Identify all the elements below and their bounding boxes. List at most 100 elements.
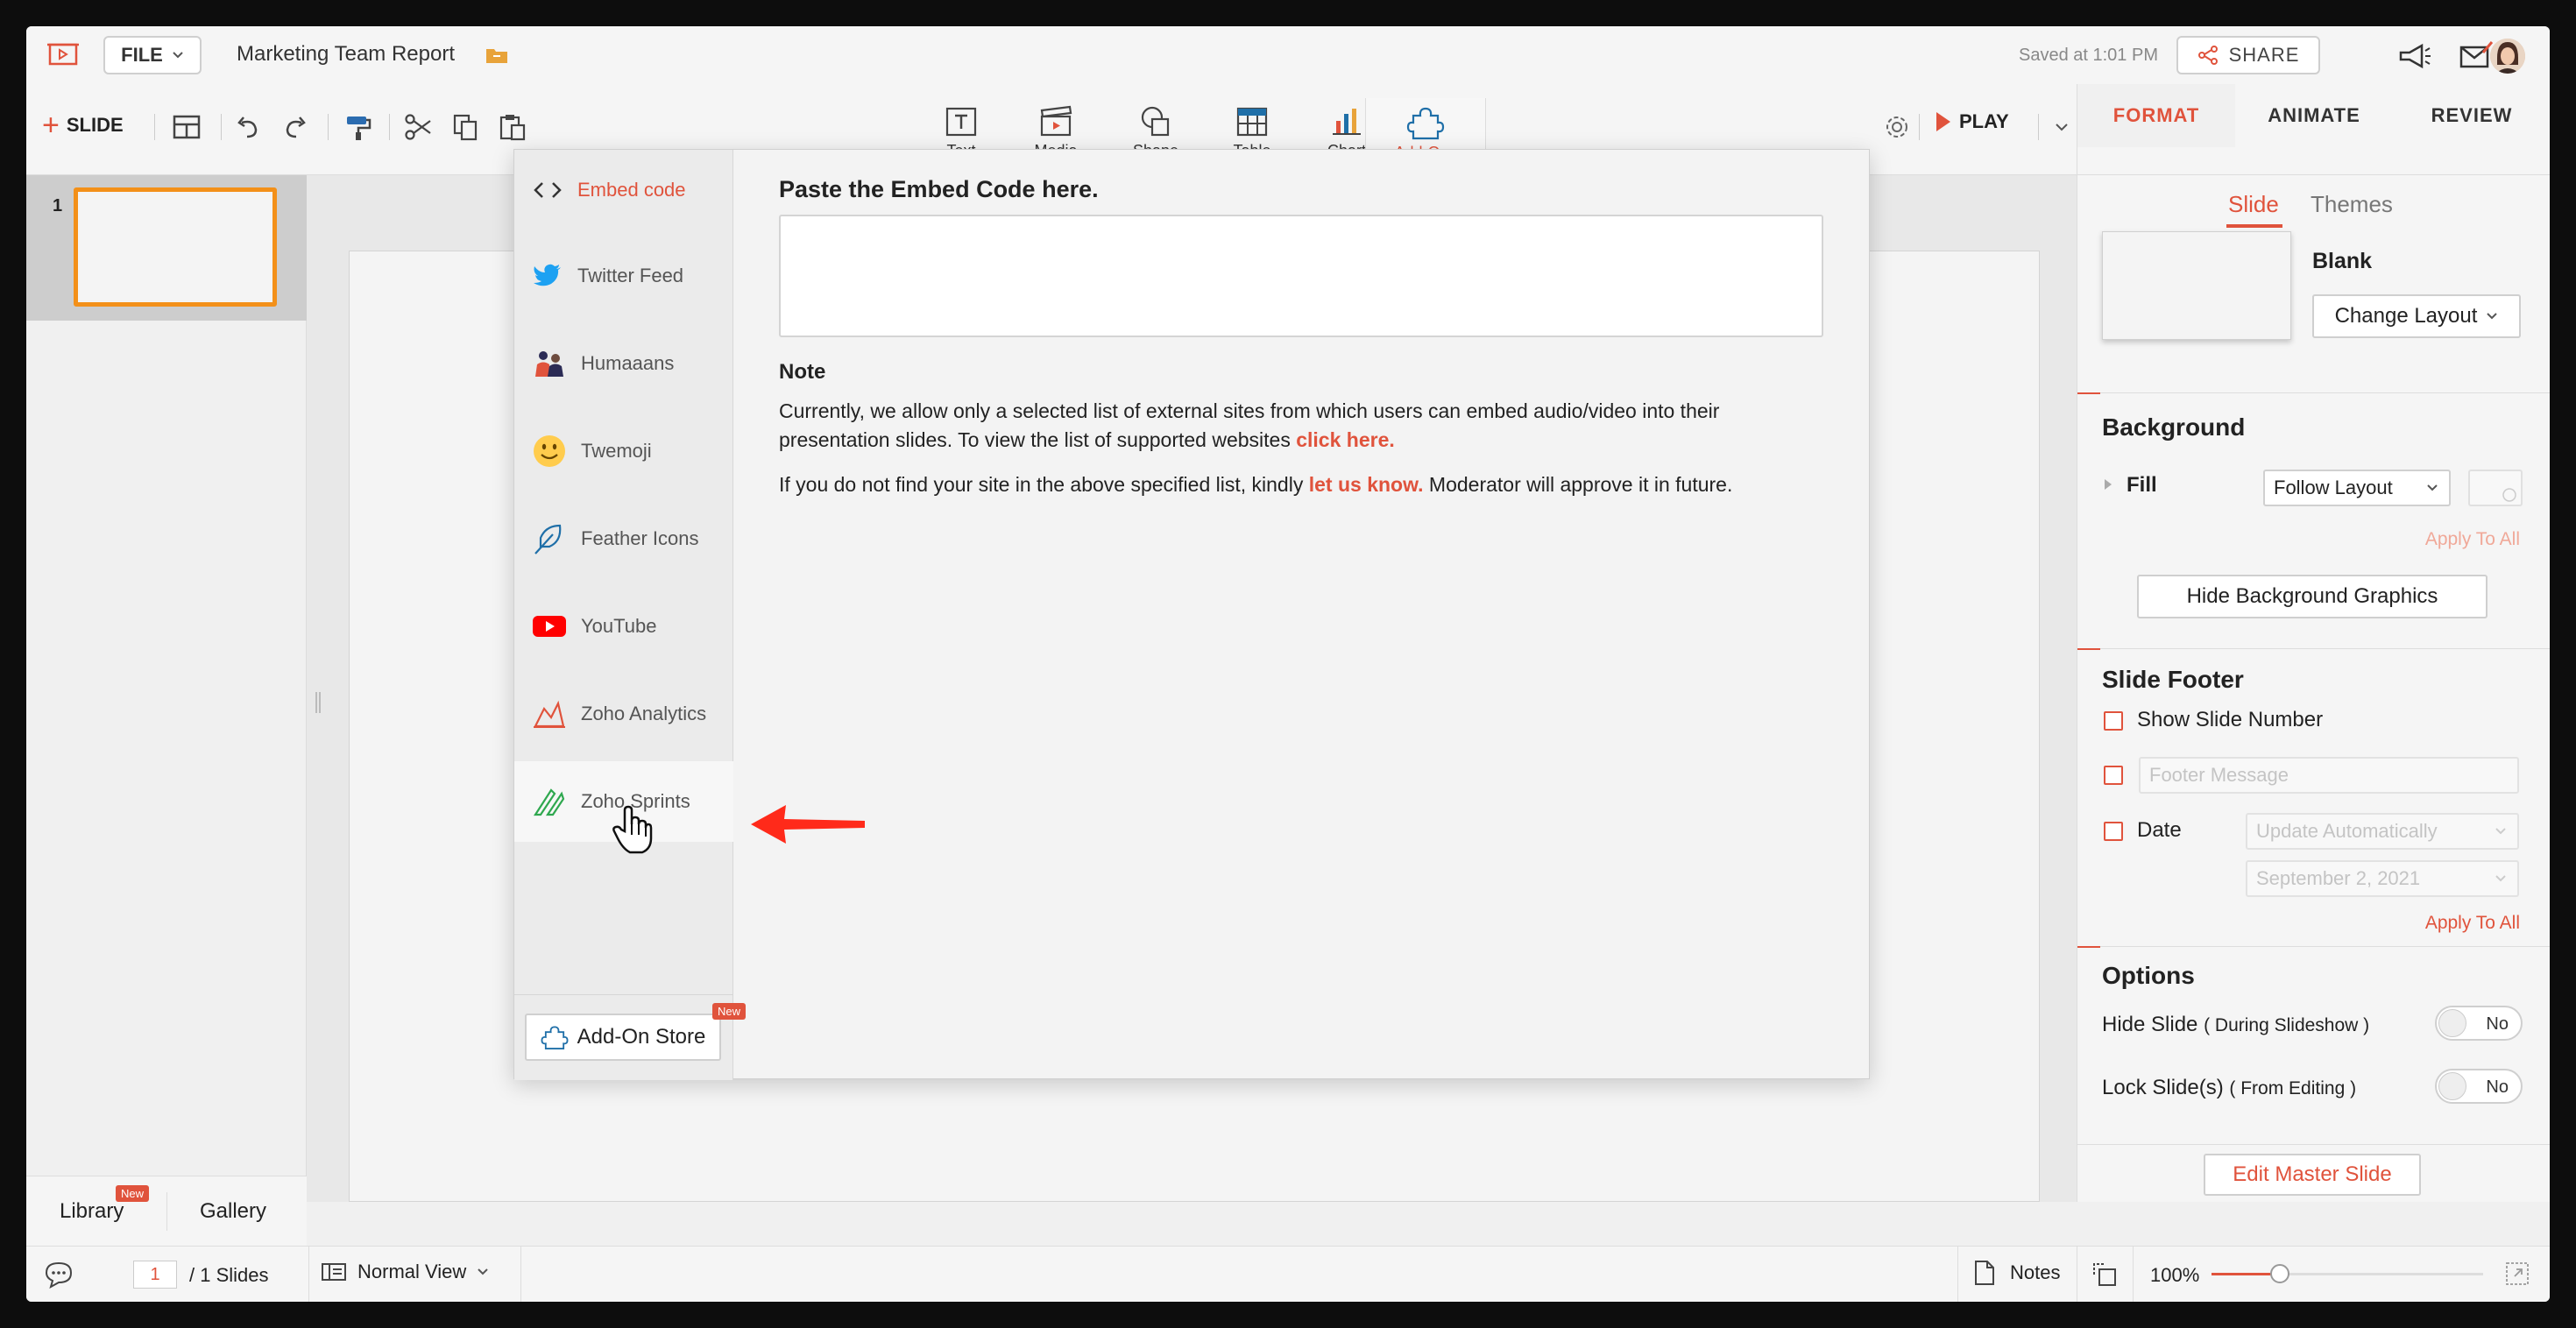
- toolbar-divider: [221, 114, 222, 140]
- slide-list-item[interactable]: 1: [26, 175, 307, 321]
- background-heading: Background: [2102, 413, 2246, 441]
- format-panel: Slide Themes Blank Change Layout Backgro…: [2077, 175, 2550, 1202]
- undo-icon[interactable]: [233, 112, 263, 142]
- layout-thumbnail[interactable]: [2102, 231, 2291, 340]
- feedback-mail-icon[interactable]: [2459, 40, 2494, 72]
- divider: [520, 1247, 521, 1302]
- fill-color-picker[interactable]: [2468, 470, 2523, 506]
- right-panel-tabs: FORMAT ANIMATE REVIEW: [2077, 84, 2550, 175]
- current-page-input[interactable]: 1: [133, 1261, 177, 1289]
- zoom-level-label: 100%: [2150, 1264, 2200, 1286]
- fit-to-screen-icon[interactable]: [2091, 1261, 2119, 1289]
- add-slide-button[interactable]: + SLIDE: [42, 110, 124, 140]
- share-button[interactable]: SHARE: [2176, 36, 2320, 74]
- top-bar: FILE Marketing Team Report Saved at 1:01…: [26, 26, 2550, 84]
- addon-item-label: Twitter Feed: [577, 265, 684, 286]
- play-options-chevron-icon[interactable]: [2047, 112, 2077, 142]
- edit-master-slide-button[interactable]: Edit Master Slide: [2204, 1154, 2421, 1196]
- change-layout-dropdown[interactable]: Change Layout: [2312, 294, 2521, 338]
- fill-label: Fill: [2127, 473, 2157, 497]
- new-badge: New: [712, 1003, 747, 1020]
- hand-cursor-icon: [612, 805, 653, 854]
- date-checkbox[interactable]: [2104, 822, 2123, 841]
- hide-slide-toggle[interactable]: No: [2435, 1006, 2523, 1041]
- view-mode-label: Normal View: [357, 1261, 467, 1282]
- save-status: Saved at 1:01 PM: [2019, 46, 2158, 65]
- footer-message-checkbox[interactable]: [2104, 766, 2123, 785]
- note-text: If you do not find your site in the abov…: [779, 473, 1309, 496]
- shape-icon: [1141, 106, 1170, 137]
- user-avatar[interactable]: [2490, 39, 2525, 74]
- slide-footer-heading: Slide Footer: [2102, 666, 2244, 693]
- embed-code-input[interactable]: [779, 215, 1823, 337]
- folder-icon[interactable]: [485, 46, 508, 65]
- zoom-slider[interactable]: [2212, 1264, 2483, 1283]
- footer-message-input[interactable]: Footer Message: [2139, 757, 2519, 794]
- zoho-show-logo-icon[interactable]: [47, 42, 79, 68]
- tab-format[interactable]: FORMAT: [2077, 84, 2235, 147]
- notes-button[interactable]: Notes: [1973, 1259, 2060, 1287]
- apply-to-all-background-link[interactable]: Apply To All: [2425, 529, 2520, 550]
- lock-slide-toggle[interactable]: No: [2435, 1069, 2523, 1104]
- user-photo-icon: [2490, 39, 2525, 74]
- date-mode-value: Update Automatically: [2256, 820, 2438, 842]
- let-us-know-link[interactable]: let us know.: [1309, 473, 1424, 496]
- panel-resize-handle[interactable]: [315, 692, 321, 713]
- tab-animate[interactable]: ANIMATE: [2235, 84, 2393, 147]
- document-title[interactable]: Marketing Team Report: [237, 42, 455, 67]
- addon-item-zoho-analytics[interactable]: Zoho Analytics: [514, 674, 733, 754]
- format-painter-icon[interactable]: [343, 112, 373, 142]
- subtab-themes[interactable]: Themes: [2311, 191, 2393, 218]
- fullscreen-toggle-icon[interactable]: [2504, 1261, 2530, 1287]
- code-brackets-icon: [534, 182, 562, 198]
- expand-triangle-icon[interactable]: [2102, 477, 2114, 492]
- fill-dropdown[interactable]: Follow Layout: [2263, 470, 2451, 506]
- lock-slide-label: Lock Slide(s) ( From Editing ): [2102, 1076, 2356, 1100]
- library-tab[interactable]: Library: [60, 1199, 124, 1224]
- view-mode-dropdown[interactable]: Normal View: [321, 1261, 489, 1283]
- addon-item-twemoji[interactable]: Twemoji: [514, 411, 733, 491]
- addon-item-embed-code[interactable]: Embed code: [514, 150, 733, 230]
- paste-icon[interactable]: [498, 112, 527, 142]
- file-menu-button[interactable]: FILE: [103, 36, 202, 74]
- apply-to-all-footer-link[interactable]: Apply To All: [2425, 913, 2520, 934]
- notes-page-icon: [1975, 1261, 1994, 1285]
- addon-item-label: YouTube: [581, 615, 657, 637]
- announcement-megaphone-icon[interactable]: [2397, 40, 2432, 72]
- tab-review[interactable]: REVIEW: [2393, 84, 2550, 147]
- show-slide-number-label: Show Slide Number: [2137, 708, 2324, 731]
- divider: [514, 994, 733, 995]
- zoom-slider-handle[interactable]: [2270, 1264, 2289, 1283]
- divider: [1957, 1247, 1958, 1302]
- date-format-dropdown[interactable]: September 2, 2021: [2246, 860, 2519, 897]
- gallery-tab[interactable]: Gallery: [200, 1199, 266, 1224]
- slide-settings-gear-icon[interactable]: [1882, 112, 1912, 142]
- chat-bubble-icon[interactable]: [44, 1261, 74, 1289]
- footer-message-placeholder: Footer Message: [2149, 764, 2289, 786]
- play-slideshow-button[interactable]: PLAY: [1936, 110, 2009, 133]
- show-slide-number-checkbox[interactable]: [2104, 711, 2123, 731]
- redo-icon[interactable]: [280, 112, 310, 142]
- copy-icon[interactable]: [450, 112, 480, 142]
- subtab-slide[interactable]: Slide: [2228, 191, 2279, 218]
- addon-item-label: Embed code: [577, 179, 686, 201]
- date-mode-dropdown[interactable]: Update Automatically: [2246, 813, 2519, 850]
- file-label: FILE: [121, 44, 163, 66]
- addon-item-humaaans[interactable]: Humaaans: [514, 323, 733, 404]
- divider: [308, 1247, 309, 1302]
- toolbar-divider: [2038, 114, 2039, 140]
- change-layout-label: Change Layout: [2334, 304, 2478, 328]
- note-paragraph-let-us-know: If you do not find your site in the abov…: [779, 470, 1822, 499]
- layout-icon[interactable]: [172, 112, 202, 142]
- addon-item-twitter-feed[interactable]: Twitter Feed: [514, 236, 733, 316]
- addon-store-button[interactable]: Add-On Store: [525, 1014, 721, 1061]
- hide-background-graphics-button[interactable]: Hide Background Graphics: [2137, 575, 2488, 618]
- click-here-link[interactable]: click here.: [1296, 428, 1395, 451]
- addon-item-feather-icons[interactable]: Feather Icons: [514, 498, 733, 579]
- date-value: September 2, 2021: [2256, 867, 2421, 889]
- divider: [166, 1192, 167, 1231]
- cut-scissors-icon[interactable]: [403, 112, 433, 142]
- addon-item-youtube[interactable]: YouTube: [514, 586, 733, 667]
- slide-thumbnail[interactable]: [74, 187, 277, 307]
- embed-code-title: Paste the Embed Code here.: [779, 176, 1099, 202]
